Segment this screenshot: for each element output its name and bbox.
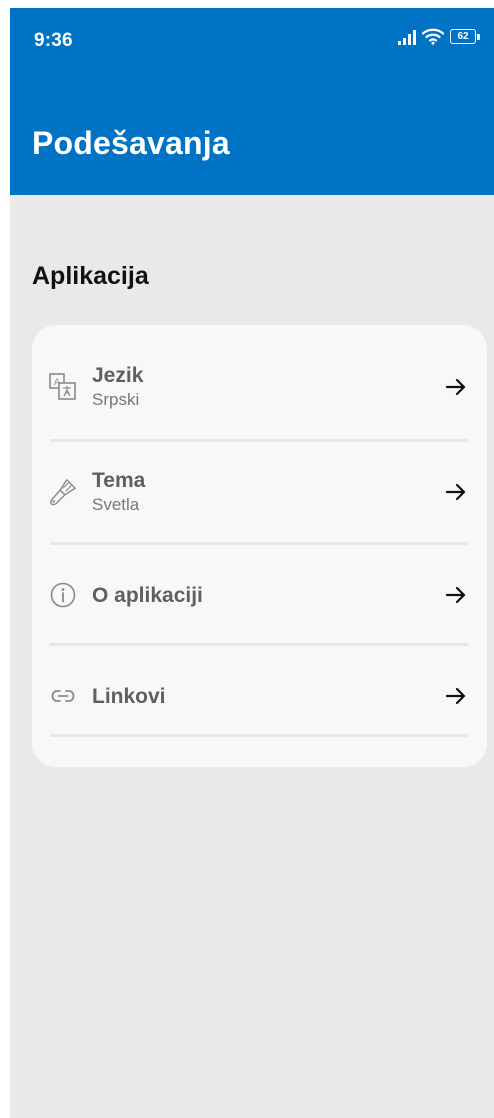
arrow-right-icon [445, 481, 467, 503]
settings-item-links[interactable]: Linkovi [32, 646, 487, 746]
wifi-icon [422, 28, 444, 45]
settings-item-subtitle: Svetla [92, 494, 140, 514]
settings-item-language[interactable]: A Jezik Srpski [32, 337, 487, 437]
arrow-right-icon [445, 685, 467, 707]
battery-icon: 62 [450, 29, 480, 44]
settings-item-title: Jezik [92, 363, 144, 387]
translate-icon: A [48, 372, 78, 402]
settings-item-about[interactable]: O aplikaciji [32, 545, 487, 645]
settings-card: A Jezik Srpski Tema Svetla O aplikaciji … [32, 325, 487, 767]
screen: 9:36 62 Podešavanja Aplikacija A Jezik S… [10, 8, 494, 1118]
status-icons: 62 [398, 28, 480, 45]
settings-item-text: Linkovi [92, 684, 166, 709]
info-icon [48, 580, 78, 610]
settings-item-text: O aplikaciji [92, 583, 203, 608]
status-time: 9:36 [34, 30, 73, 51]
page-title: Podešavanja [32, 125, 230, 161]
settings-item-theme[interactable]: Tema Svetla [32, 442, 487, 542]
settings-item-text: Jezik Srpski [92, 363, 143, 412]
settings-item-title: O aplikaciji [92, 583, 203, 607]
settings-item-title: Linkovi [92, 684, 166, 708]
settings-item-subtitle: Srpski [92, 389, 140, 409]
signal-icon [398, 29, 416, 45]
settings-item-text: Tema Svetla [92, 468, 145, 517]
settings-item-title: Tema [92, 468, 146, 492]
app-bar: 9:36 62 Podešavanja [10, 8, 494, 195]
arrow-right-icon [445, 376, 467, 398]
divider [50, 734, 468, 737]
battery-level: 62 [457, 31, 469, 42]
arrow-right-icon [445, 584, 467, 606]
link-icon [48, 681, 78, 711]
brush-icon [48, 477, 78, 507]
section-title: Aplikacija [32, 262, 149, 290]
